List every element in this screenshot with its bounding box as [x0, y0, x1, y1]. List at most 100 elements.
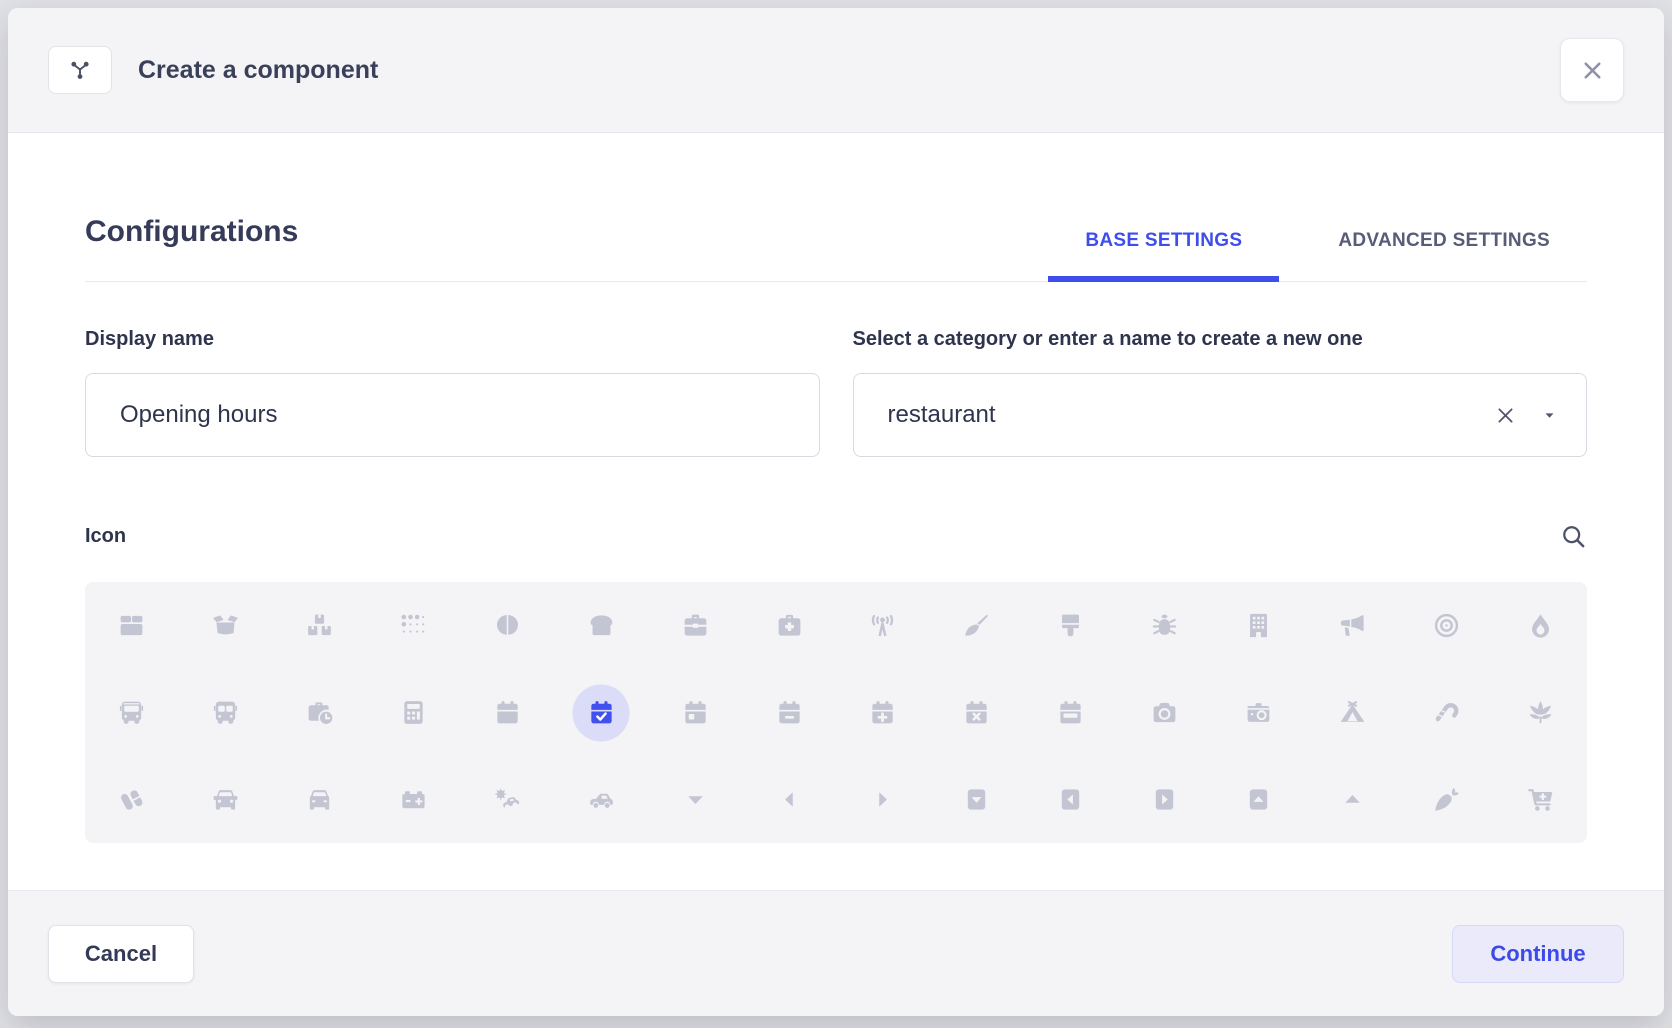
icon-cannabis[interactable] — [1493, 669, 1587, 756]
icon-broom[interactable] — [930, 582, 1024, 669]
burn-icon — [1526, 611, 1555, 640]
icon-car-side[interactable] — [554, 756, 648, 843]
car-alt-icon — [305, 785, 334, 814]
icon-bread-slice[interactable] — [554, 582, 648, 669]
icon-car-battery[interactable] — [367, 756, 461, 843]
calendar-minus-icon — [775, 698, 804, 727]
calendar-icon — [493, 698, 522, 727]
camera-icon — [1150, 698, 1179, 727]
icon-camera[interactable] — [1118, 669, 1212, 756]
icon-calendar-minus[interactable] — [742, 669, 836, 756]
icon-picker-label: Icon — [85, 525, 126, 548]
icon-bullhorn[interactable] — [1305, 582, 1399, 669]
braille-icon — [399, 611, 428, 640]
icon-calendar-week[interactable] — [1024, 669, 1118, 756]
icon-calendar-plus[interactable] — [836, 669, 930, 756]
icon-caret-square-down[interactable] — [930, 756, 1024, 843]
close-button[interactable] — [1560, 38, 1624, 102]
calendar-day-icon — [681, 698, 710, 727]
clear-icon[interactable] — [1494, 404, 1517, 427]
category-field: Select a category or enter a name to cre… — [853, 328, 1588, 457]
section-header-row: Configurations BASE SETTINGS ADVANCED SE… — [85, 213, 1587, 282]
icon-brush[interactable] — [1024, 582, 1118, 669]
box-open-icon — [211, 611, 240, 640]
icon-briefcase[interactable] — [648, 582, 742, 669]
icon-calendar-times[interactable] — [930, 669, 1024, 756]
icon-cart-plus[interactable] — [1493, 756, 1587, 843]
icon-brain[interactable] — [461, 582, 555, 669]
icon-calculator[interactable] — [367, 669, 461, 756]
broadcast-tower-icon — [868, 611, 897, 640]
continue-button[interactable]: Continue — [1452, 925, 1624, 983]
box-icon — [117, 611, 146, 640]
icon-calendar-check[interactable] — [554, 669, 648, 756]
dialog-body: Configurations BASE SETTINGS ADVANCED SE… — [8, 213, 1664, 843]
brain-icon — [493, 611, 522, 640]
icon-briefcase-medical[interactable] — [742, 582, 836, 669]
icon-burn[interactable] — [1493, 582, 1587, 669]
cancel-button[interactable]: Cancel — [48, 925, 194, 983]
icon-box-open[interactable] — [179, 582, 273, 669]
icon-broadcast-tower[interactable] — [836, 582, 930, 669]
icon-calendar[interactable] — [461, 669, 555, 756]
chevron-down-icon[interactable] — [1541, 407, 1558, 424]
icon-picker-header: Icon — [85, 523, 1587, 550]
bus-alt-icon — [211, 698, 240, 727]
bullhorn-icon — [1338, 611, 1367, 640]
icon-camera-retro[interactable] — [1212, 669, 1306, 756]
page-background: Create a component Configurations BASE S… — [0, 0, 1672, 1028]
icon-car-alt[interactable] — [273, 756, 367, 843]
icon-caret-left[interactable] — [742, 756, 836, 843]
car-battery-icon — [399, 785, 428, 814]
calendar-times-icon — [962, 698, 991, 727]
bus-icon — [117, 698, 146, 727]
icon-candy-cane[interactable] — [1399, 669, 1493, 756]
icon-bus-alt[interactable] — [179, 669, 273, 756]
icon-capsules[interactable] — [85, 756, 179, 843]
close-icon — [1579, 57, 1606, 84]
display-name-label: Display name — [85, 328, 820, 351]
icon-carrot[interactable] — [1399, 756, 1493, 843]
category-input[interactable] — [886, 400, 1495, 430]
icon-bug[interactable] — [1118, 582, 1212, 669]
cannabis-icon — [1526, 698, 1555, 727]
icon-boxes[interactable] — [273, 582, 367, 669]
caret-right-icon — [868, 785, 897, 814]
search-icon — [1560, 523, 1587, 550]
carrot-icon — [1432, 785, 1461, 814]
category-controls — [1494, 404, 1558, 427]
icon-building[interactable] — [1212, 582, 1306, 669]
icon-caret-up[interactable] — [1305, 756, 1399, 843]
tab-advanced-settings[interactable]: ADVANCED SETTINGS — [1301, 230, 1587, 282]
icon-caret-right[interactable] — [836, 756, 930, 843]
icon-calendar-day[interactable] — [648, 669, 742, 756]
icon-caret-square-right[interactable] — [1118, 756, 1212, 843]
dialog-title: Create a component — [138, 56, 378, 85]
broom-icon — [962, 611, 991, 640]
icon-car[interactable] — [179, 756, 273, 843]
icon-caret-down[interactable] — [648, 756, 742, 843]
tab-base-settings[interactable]: BASE SETTINGS — [1048, 230, 1279, 282]
caret-square-right-icon — [1150, 785, 1179, 814]
bug-icon — [1150, 611, 1179, 640]
icon-search-button[interactable] — [1560, 523, 1587, 550]
caret-up-icon — [1338, 785, 1367, 814]
icon-caret-square-up[interactable] — [1212, 756, 1306, 843]
brush-icon — [1056, 611, 1085, 640]
icon-car-crash[interactable] — [461, 756, 555, 843]
camera-retro-icon — [1244, 698, 1273, 727]
icon-bus[interactable] — [85, 669, 179, 756]
icon-caret-square-left[interactable] — [1024, 756, 1118, 843]
display-name-field: Display name — [85, 328, 820, 457]
capsules-icon — [117, 785, 146, 814]
icon-box[interactable] — [85, 582, 179, 669]
icon-campground[interactable] — [1305, 669, 1399, 756]
icon-business-time[interactable] — [273, 669, 367, 756]
display-name-input[interactable] — [118, 400, 791, 430]
business-time-icon — [305, 698, 334, 727]
car-icon — [211, 785, 240, 814]
briefcase-medical-icon — [775, 611, 804, 640]
icon-bullseye[interactable] — [1399, 582, 1493, 669]
icon-braille[interactable] — [367, 582, 461, 669]
boxes-icon — [305, 611, 334, 640]
